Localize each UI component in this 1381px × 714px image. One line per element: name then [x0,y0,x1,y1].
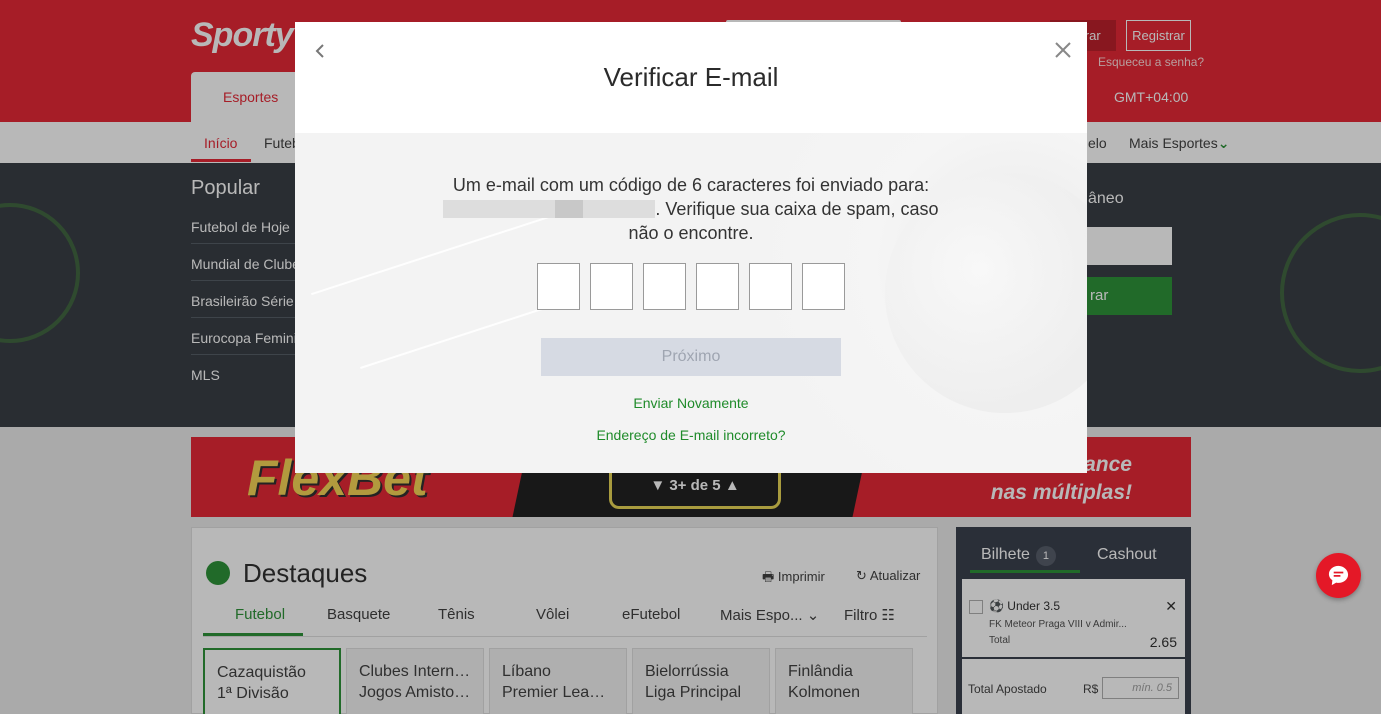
wrong-email-label: Endereço de E-mail incorreto? [596,427,786,443]
code-digit-input[interactable] [537,263,580,310]
chat-button[interactable] [1316,553,1361,598]
resend-code-label: Enviar Novamente [633,395,749,411]
next-button[interactable]: Próximo [541,338,841,376]
verify-email-modal: Verificar E-mail Um e-mail com um código… [295,22,1087,473]
wrong-email-link[interactable]: Endereço de E-mail incorreto? [295,427,1087,443]
modal-title: Verificar E-mail [603,62,779,92]
resend-code-link[interactable]: Enviar Novamente [295,395,1087,411]
masked-email [443,200,656,218]
code-digit-input[interactable] [696,263,739,310]
message-line1: Um e-mail com um código de 6 caracteres … [452,175,930,195]
modal-body: Um e-mail com um código de 6 caracteres … [295,133,1087,473]
message-line2: . Verifique sua caixa de spam, caso não … [628,199,939,243]
verification-message: Um e-mail com um código de 6 caracteres … [435,173,947,245]
close-icon[interactable] [1053,40,1073,60]
chat-bubble-icon [1328,565,1349,586]
code-digit-input[interactable] [802,263,845,310]
back-arrow-icon[interactable] [313,40,331,62]
code-digit-input[interactable] [590,263,633,310]
modal-header: Verificar E-mail [295,22,1087,133]
code-digit-input[interactable] [643,263,686,310]
code-digit-input[interactable] [749,263,792,310]
